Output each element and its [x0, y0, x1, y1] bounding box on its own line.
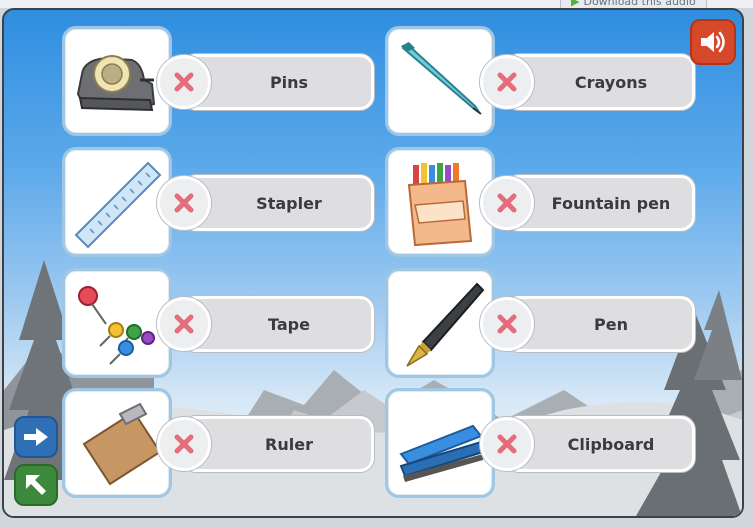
word-label-pins: Pins — [269, 72, 309, 92]
word-label-fountain-pen: Fountain pen — [551, 193, 671, 213]
remove-button-4[interactable] — [480, 176, 534, 230]
stapler-icon — [399, 424, 485, 482]
ballpoint-pen-icon — [401, 42, 482, 115]
word-label-pen: Pen — [594, 314, 628, 334]
x-icon — [174, 314, 194, 334]
x-icon — [497, 193, 517, 213]
x-icon — [497, 314, 517, 334]
x-icon — [174, 434, 194, 454]
fountain-pen-icon — [406, 282, 485, 367]
x-icon — [174, 72, 194, 92]
picture-card-ballpoint-pen[interactable] — [385, 26, 495, 136]
x-icon — [174, 193, 194, 213]
tape-dispenser-icon — [76, 55, 156, 112]
push-pins-icon — [78, 286, 155, 365]
x-icon — [497, 72, 517, 92]
remove-button-3[interactable] — [157, 176, 211, 230]
word-label-tape: Tape — [268, 314, 310, 334]
word-label-crayons: Crayons — [574, 72, 648, 92]
x-icon — [497, 434, 517, 454]
picture-card-push-pins[interactable] — [62, 268, 172, 378]
picture-card-tape-dispenser[interactable] — [62, 26, 172, 136]
remove-button-5[interactable] — [157, 297, 211, 351]
remove-button-8[interactable] — [480, 417, 534, 471]
picture-card-ruler[interactable] — [62, 147, 172, 257]
picture-card-clipboard[interactable] — [62, 388, 172, 498]
crayons-box-icon — [407, 163, 473, 247]
remove-button-7[interactable] — [157, 417, 211, 471]
clipboard-icon — [82, 402, 162, 486]
word-label-stapler: Stapler — [256, 193, 322, 213]
picture-card-stapler[interactable] — [385, 388, 495, 498]
word-label-ruler: Ruler — [265, 434, 313, 454]
picture-card-fountain-pen[interactable] — [385, 268, 495, 378]
next-button[interactable] — [14, 416, 58, 458]
back-button[interactable] — [14, 464, 58, 506]
arrow-up-left-icon — [26, 475, 46, 495]
activity-stage: Pins Crayons Stapler Fountain pen Tape P… — [2, 8, 744, 518]
word-label-clipboard: Clipboard — [567, 434, 655, 454]
sound-button[interactable] — [690, 19, 736, 65]
play-icon: ▶ — [571, 0, 580, 8]
remove-button-1[interactable] — [157, 55, 211, 109]
ruler-icon — [74, 161, 162, 249]
speaker-icon — [701, 31, 725, 53]
arrow-right-icon — [24, 428, 48, 446]
remove-button-6[interactable] — [480, 297, 534, 351]
remove-button-2[interactable] — [480, 55, 534, 109]
picture-card-crayons-box[interactable] — [385, 147, 495, 257]
download-audio-label: Download this audio — [583, 0, 696, 8]
